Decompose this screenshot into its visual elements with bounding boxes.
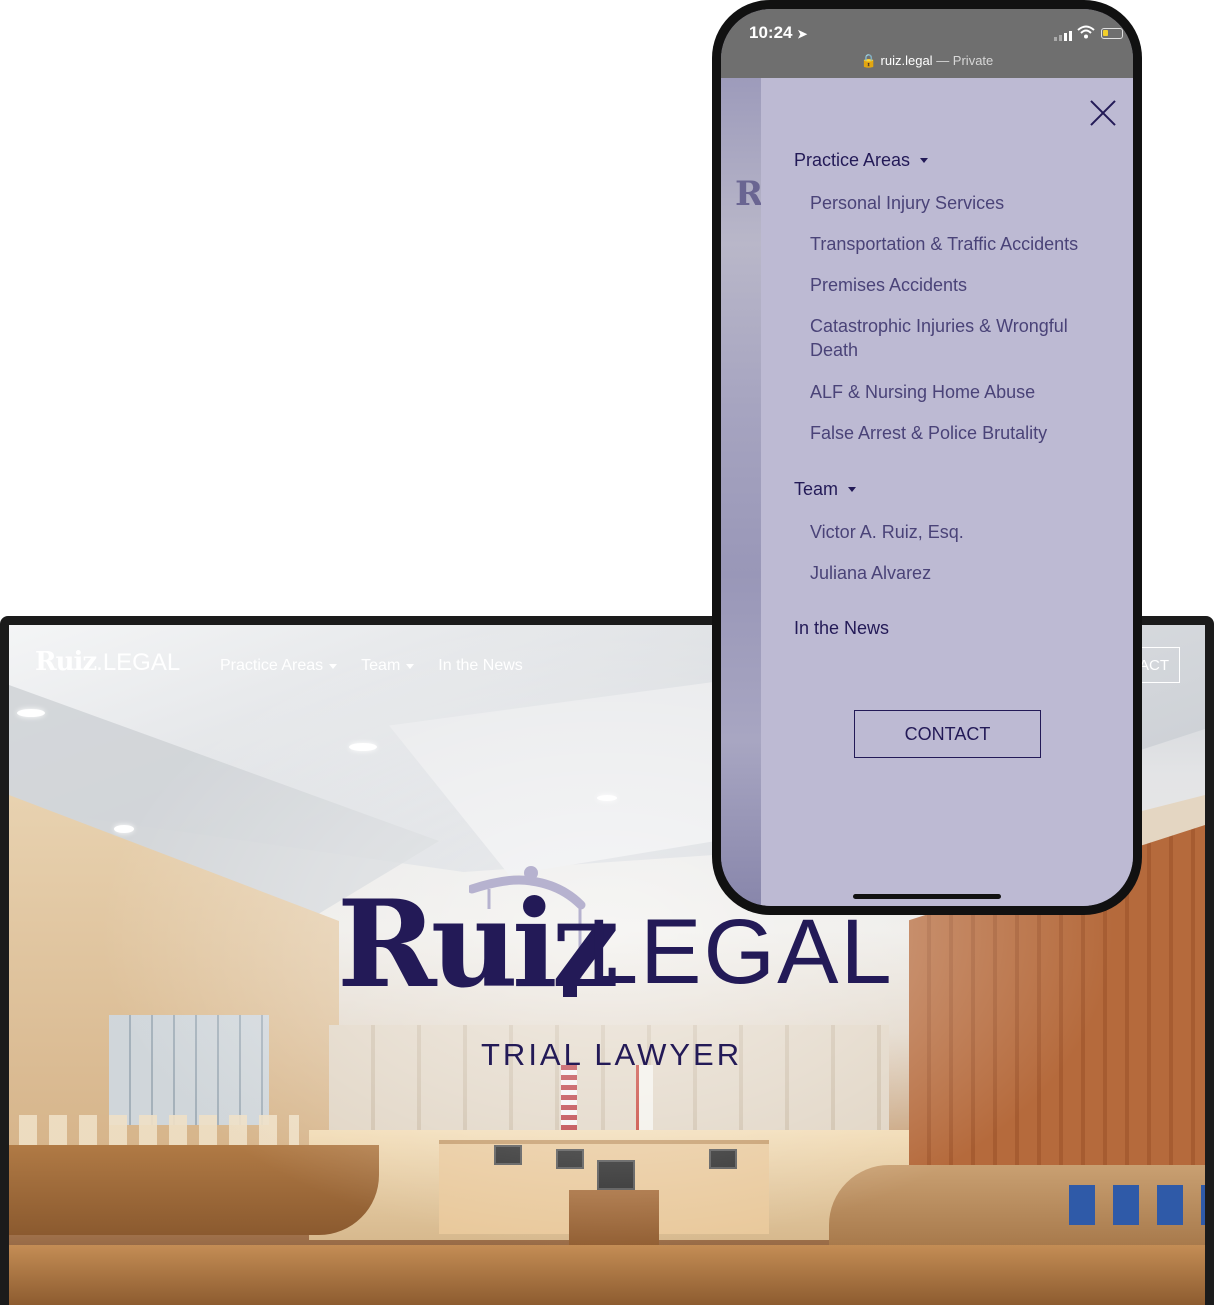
menu-item-premises[interactable]: Premises Accidents: [810, 273, 1110, 297]
menu-item-personal-injury[interactable]: Personal Injury Services: [810, 191, 1110, 215]
home-indicator[interactable]: [853, 894, 1001, 899]
menu-item-false-arrest[interactable]: False Arrest & Police Brutality: [810, 421, 1110, 445]
hero-logo-dot: [563, 983, 577, 997]
menu-item-catastrophic[interactable]: Catastrophic Injuries & Wrongful Death: [810, 314, 1110, 362]
caret-down-icon: [329, 663, 338, 669]
menu-item-juliana-alvarez[interactable]: Juliana Alvarez: [810, 561, 1110, 585]
menu-team[interactable]: Team: [794, 479, 857, 500]
time-text: 10:24: [749, 23, 793, 42]
mobile-contact-button[interactable]: CONTACT: [854, 710, 1041, 758]
url-text: ruiz.legal: [880, 53, 933, 68]
contact-label: CONTACT: [904, 723, 991, 744]
menu-practice-areas[interactable]: Practice Areas: [794, 150, 929, 171]
logo-main-text: Ruiz: [35, 647, 97, 677]
close-icon[interactable]: [1088, 98, 1118, 128]
signal-icon: [1054, 31, 1072, 41]
menu-item-alf-nursing[interactable]: ALF & Nursing Home Abuse: [810, 380, 1110, 404]
caret-down-icon: [848, 487, 857, 492]
menu-in-the-news[interactable]: In the News: [794, 618, 889, 639]
status-time: 10:24 ➤: [749, 23, 807, 43]
main-nav: Practice Areas Team In the News: [220, 657, 523, 675]
nav-label: Team: [361, 657, 401, 674]
nav-practice-areas[interactable]: Practice Areas: [220, 657, 338, 675]
lock-icon: 🔒: [860, 53, 877, 68]
nav-in-the-news[interactable]: In the News: [438, 657, 522, 675]
nav-team[interactable]: Team: [361, 657, 415, 675]
menu-item-transportation[interactable]: Transportation & Traffic Accidents: [810, 232, 1110, 256]
menu-section-label: In the News: [794, 618, 890, 638]
nav-label: In the News: [438, 657, 523, 674]
menu-section-label: Practice Areas: [794, 150, 911, 170]
logo-suffix-text: .LEGAL: [96, 649, 181, 676]
location-arrow-icon: ➤: [797, 27, 808, 41]
status-bar: 10:24 ➤ 🔒 ruiz.legal — Private: [721, 9, 1133, 78]
page-behind-menu: Ru: [721, 78, 788, 906]
wifi-icon: [1077, 25, 1095, 39]
menu-section-label: Team: [794, 479, 839, 499]
url-bar[interactable]: 🔒 ruiz.legal — Private: [721, 53, 1133, 69]
battery-icon: [1101, 28, 1123, 39]
menu-item-victor-ruiz[interactable]: Victor A. Ruiz, Esq.: [810, 520, 1110, 544]
contact-label: ACT: [1139, 656, 1169, 674]
private-label: — Private: [932, 53, 994, 68]
site-logo[interactable]: Ruiz.LEGAL: [35, 647, 180, 677]
nav-label: Practice Areas: [220, 657, 324, 674]
phone-screen: 10:24 ➤ 🔒 ruiz.legal — Private Ru Practi…: [721, 9, 1133, 906]
caret-down-icon: [406, 663, 415, 669]
mobile-menu-panel: Practice Areas Personal Injury Services …: [761, 78, 1133, 906]
hero-subtitle: TRIAL LAWYER: [481, 1037, 743, 1072]
caret-down-icon: [920, 158, 929, 163]
phone-frame: 10:24 ➤ 🔒 ruiz.legal — Private Ru Practi…: [712, 0, 1142, 915]
